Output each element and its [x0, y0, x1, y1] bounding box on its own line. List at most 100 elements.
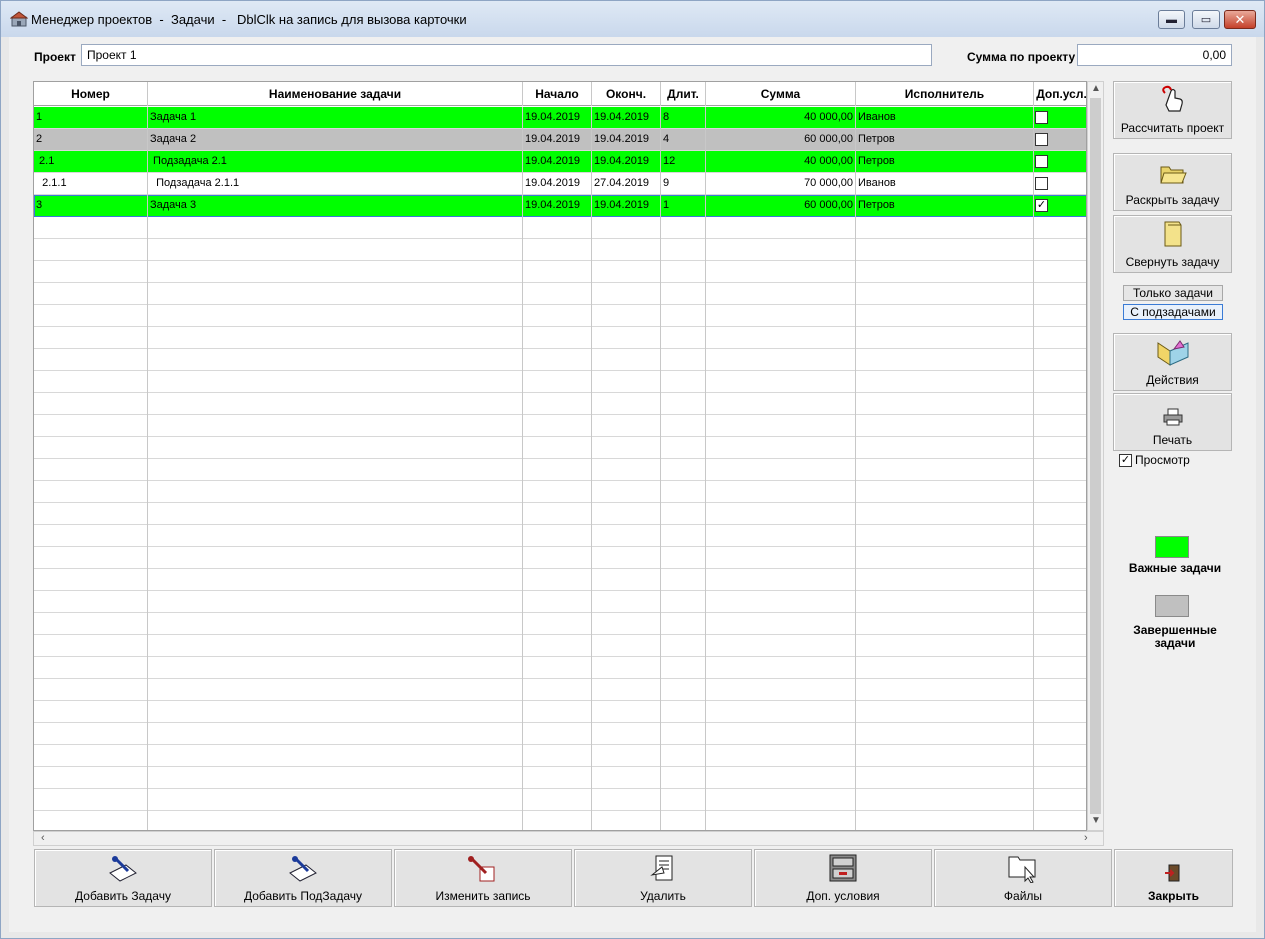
- close-window-button[interactable]: ✕: [1224, 10, 1256, 29]
- column-header-executor[interactable]: Исполнитель: [856, 82, 1034, 106]
- project-sum-field[interactable]: 0,00: [1077, 44, 1232, 66]
- actions-button[interactable]: Действия: [1113, 333, 1232, 391]
- files-button[interactable]: Файлы: [934, 849, 1112, 907]
- table-row[interactable]: 1 Задача 1 19.04.2019 19.04.2019 8 40 000,00 И…: [34, 107, 1086, 129]
- empty-cell: [592, 789, 661, 811]
- empty-cell: [706, 591, 856, 613]
- empty-cell: [856, 393, 1034, 415]
- maximize-button[interactable]: ▭: [1192, 10, 1220, 29]
- empty-cell: [523, 437, 592, 459]
- tasks-grid[interactable]: Номер Наименование задачи Начало Оконч. …: [33, 81, 1087, 831]
- empty-cell: [34, 459, 148, 481]
- empty-cell: [523, 371, 592, 393]
- project-field[interactable]: Проект 1: [81, 44, 932, 66]
- column-header-name[interactable]: Наименование задачи: [148, 82, 523, 106]
- column-header-end[interactable]: Оконч.: [592, 82, 661, 106]
- collapse-task-button[interactable]: Свернуть задачу: [1113, 215, 1232, 273]
- add-subtask-label: Добавить ПодЗадачу: [244, 889, 362, 903]
- empty-cell: [706, 701, 856, 723]
- hand-pointer-icon: [1161, 85, 1183, 112]
- scroll-down-icon[interactable]: ▼: [1091, 815, 1101, 826]
- empty-row: [34, 283, 1086, 305]
- print-button[interactable]: Печать: [1113, 393, 1232, 451]
- close-button[interactable]: Закрыть: [1114, 849, 1233, 907]
- empty-cell: [592, 547, 661, 569]
- empty-cell: [1034, 393, 1086, 415]
- empty-cell: [34, 305, 148, 327]
- table-row[interactable]: 3 Задача 3 19.04.2019 19.04.2019 1 60 000,00 П…: [34, 195, 1086, 217]
- table-row[interactable]: 2.1.1 Подзадача 2.1.1 19.04.2019 27.04.201…: [34, 173, 1086, 195]
- empty-cell: [661, 371, 706, 393]
- empty-cell: [523, 701, 592, 723]
- minimize-button[interactable]: ▬: [1158, 10, 1185, 29]
- column-header-sum[interactable]: Сумма: [706, 82, 856, 106]
- empty-cell: [706, 305, 856, 327]
- empty-row: [34, 613, 1086, 635]
- column-header-start[interactable]: Начало: [523, 82, 592, 106]
- empty-cell: [592, 569, 661, 591]
- empty-cell: [706, 437, 856, 459]
- empty-cell: [592, 635, 661, 657]
- extra-conditions-checkbox[interactable]: [1035, 155, 1048, 168]
- add-subtask-icon: [289, 856, 317, 882]
- cell-extra-conditions[interactable]: [1034, 107, 1086, 129]
- horizontal-scrollbar[interactable]: ‹ ›: [33, 831, 1104, 846]
- empty-cell: [856, 657, 1034, 679]
- cell-extra-conditions[interactable]: [1034, 151, 1086, 173]
- empty-cell: [148, 349, 523, 371]
- scroll-right-icon[interactable]: ›: [1084, 832, 1088, 844]
- edit-record-button[interactable]: Изменить запись: [394, 849, 572, 907]
- empty-cell: [34, 503, 148, 525]
- empty-cell: [34, 415, 148, 437]
- with-subtasks-button[interactable]: С подзадачами: [1123, 304, 1223, 320]
- empty-cell: [1034, 701, 1086, 723]
- extra-conditions-button[interactable]: Доп. условия: [754, 849, 932, 907]
- only-tasks-button[interactable]: Только задачи: [1123, 285, 1223, 301]
- actions-folder-icon: [1157, 340, 1188, 366]
- preview-label: Просмотр: [1135, 453, 1190, 467]
- empty-cell: [706, 679, 856, 701]
- title-bar[interactable]: Менеджер проектов - Задачи - DblClk на з…: [1, 1, 1264, 37]
- delete-button[interactable]: Удалить: [574, 849, 752, 907]
- cell-extra-conditions[interactable]: ✓: [1034, 195, 1086, 217]
- table-row[interactable]: 2 Задача 2 19.04.2019 19.04.2019 4 60 000,00 П…: [34, 129, 1086, 151]
- extra-conditions-checkbox[interactable]: [1035, 133, 1048, 146]
- empty-cell: [592, 613, 661, 635]
- preview-checkbox-row[interactable]: ✓ Просмотр: [1119, 453, 1190, 467]
- empty-cell: [1034, 217, 1086, 239]
- vertical-scrollbar[interactable]: ▲ ▼: [1087, 81, 1104, 831]
- empty-cell: [661, 393, 706, 415]
- calculate-project-button[interactable]: Рассчитать проект: [1113, 81, 1232, 139]
- empty-cell: [148, 591, 523, 613]
- files-label: Файлы: [1003, 889, 1043, 903]
- cell-extra-conditions[interactable]: [1034, 129, 1086, 151]
- extra-conditions-checkbox[interactable]: [1035, 177, 1048, 190]
- scroll-left-icon[interactable]: ‹: [41, 832, 45, 844]
- preview-checkbox[interactable]: ✓: [1119, 453, 1132, 467]
- column-header-extra[interactable]: Доп.усл.: [1034, 82, 1086, 106]
- column-header-number[interactable]: Номер: [34, 82, 148, 106]
- empty-cell: [661, 591, 706, 613]
- vertical-scroll-thumb[interactable]: [1090, 98, 1101, 814]
- empty-cell: [34, 569, 148, 591]
- empty-cell: [856, 789, 1034, 811]
- client-area: Проект Проект 1 Сумма по проекту 0,00 Но…: [9, 37, 1256, 932]
- extra-conditions-checkbox[interactable]: ✓: [1035, 199, 1048, 212]
- expand-task-button[interactable]: Раскрыть задачу: [1113, 153, 1232, 211]
- edit-record-icon: [468, 856, 495, 882]
- extra-conditions-label: Доп. условия: [806, 889, 880, 903]
- exit-door-icon: [1164, 864, 1179, 882]
- empty-cell: [523, 679, 592, 701]
- empty-cell: [706, 547, 856, 569]
- add-subtask-button[interactable]: Добавить ПодЗадачу: [214, 849, 392, 907]
- add-task-button[interactable]: Добавить Задачу: [34, 849, 212, 907]
- extra-conditions-checkbox[interactable]: [1035, 111, 1048, 124]
- empty-cell: [1034, 569, 1086, 591]
- scroll-up-icon[interactable]: ▲: [1091, 83, 1101, 94]
- cell-extra-conditions[interactable]: [1034, 173, 1086, 195]
- column-header-duration[interactable]: Длит.: [661, 82, 706, 106]
- empty-cell: [523, 569, 592, 591]
- empty-cell: [661, 613, 706, 635]
- table-row[interactable]: 2.1 Подзадача 2.1 19.04.2019 19.04.2019 12 4…: [34, 151, 1086, 173]
- empty-cell: [856, 613, 1034, 635]
